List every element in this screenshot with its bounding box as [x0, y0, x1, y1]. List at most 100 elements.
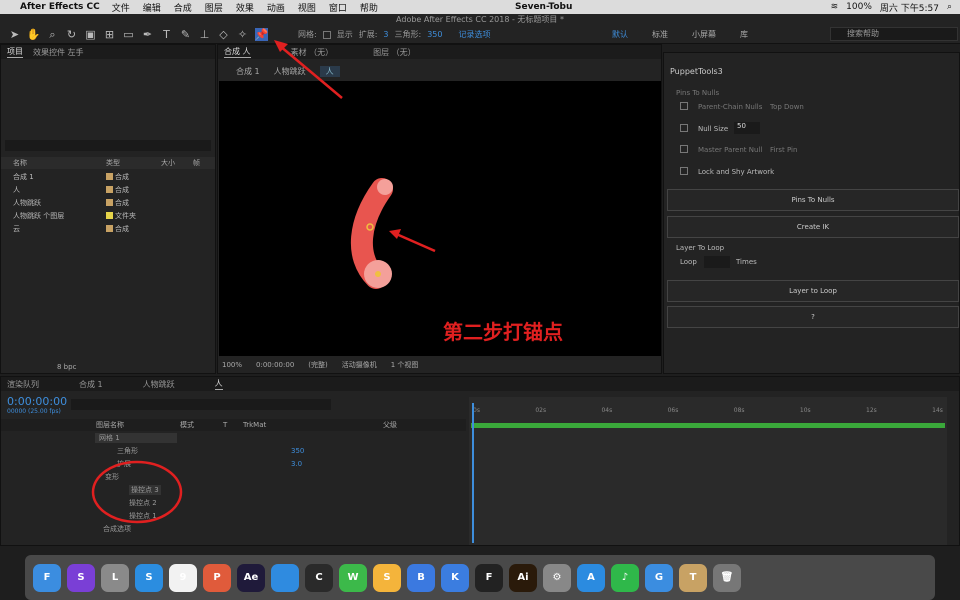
list-item[interactable]: 云合成 — [1, 222, 215, 235]
expand-value[interactable]: 3 — [383, 30, 388, 39]
tab-person[interactable]: 人 — [214, 378, 223, 390]
app-name[interactable]: After Effects CC — [20, 2, 100, 12]
crumb-comp1[interactable]: 合成 1 — [236, 66, 260, 77]
zoom-select[interactable]: 100% — [222, 361, 242, 369]
null-size-checkbox[interactable] — [680, 124, 688, 132]
playhead[interactable] — [472, 403, 474, 543]
zoom-tool-icon[interactable]: ⌕ — [46, 28, 59, 41]
table-row[interactable]: 三角形 350 — [1, 444, 466, 457]
list-item[interactable]: 合成 1 合成 — [1, 170, 215, 183]
stamp-tool-icon[interactable]: ⊥ — [198, 28, 211, 41]
timeline-area[interactable]: 0s 02s 04s 06s 08s 10s 12s 14s — [469, 397, 947, 545]
menu-file[interactable]: 文件 — [112, 1, 130, 14]
quality-select[interactable]: (完整) — [308, 360, 327, 370]
loop-input[interactable] — [704, 256, 730, 268]
roto-tool-icon[interactable]: ✧ — [236, 28, 249, 41]
pins-to-nulls-button[interactable]: Pins To Nulls — [667, 189, 959, 211]
tri-value[interactable]: 350 — [427, 30, 442, 39]
tab-comp1[interactable]: 合成 1 — [79, 379, 103, 390]
puppet-pin[interactable] — [375, 271, 381, 277]
safari-icon[interactable]: S — [135, 563, 163, 592]
siri-icon[interactable]: S — [67, 563, 95, 592]
type-tool-icon[interactable]: T — [160, 28, 173, 41]
col-fps[interactable]: 帧 — [193, 158, 200, 168]
list-item[interactable]: 人物跳跃 合成 — [1, 196, 215, 209]
menu-comp[interactable]: 合成 — [174, 1, 192, 14]
col-size[interactable]: 大小 — [161, 158, 193, 168]
menu-window[interactable]: 窗口 — [329, 1, 347, 14]
project-search-input[interactable] — [5, 140, 211, 151]
col-parent[interactable]: 父级 — [383, 420, 397, 430]
table-row[interactable]: 扩展 3.0 — [1, 457, 466, 470]
prefs-icon[interactable]: ⚙ — [543, 563, 571, 592]
trash-icon[interactable]: 🗑 — [713, 563, 741, 592]
table-row[interactable]: 变形 — [1, 470, 466, 483]
orbit-tool-icon[interactable]: ↻ — [65, 28, 78, 41]
eraser-tool-icon[interactable]: ◇ — [217, 28, 230, 41]
workspace-standard[interactable]: 标准 — [652, 29, 668, 40]
workspace-library[interactable]: 库 — [740, 29, 748, 40]
views-select[interactable]: 1 个视图 — [391, 360, 419, 370]
menu-help[interactable]: 帮助 — [360, 1, 378, 14]
battery-label[interactable]: 100% — [846, 2, 872, 12]
list-item[interactable]: 人物跳跃 个图层 文件夹 — [1, 209, 215, 222]
menu-anim[interactable]: 动画 — [267, 1, 285, 14]
hand-tool-icon[interactable]: ✋ — [27, 28, 41, 41]
camera-tool-icon[interactable]: ▣ — [84, 28, 97, 41]
tab-jump[interactable]: 人物跳跃 — [143, 379, 175, 390]
layer-to-loop-button[interactable]: Layer to Loop — [667, 280, 959, 302]
calendar-icon[interactable]: 9 — [169, 563, 197, 592]
sketch-icon[interactable]: S — [373, 563, 401, 592]
launchpad-icon[interactable]: L — [101, 563, 129, 592]
baidu-icon[interactable]: B — [407, 563, 435, 592]
menu-effect[interactable]: 效果 — [236, 1, 254, 14]
wechat-icon[interactable]: W — [339, 563, 367, 592]
clock-label[interactable]: 周六 下午5:57 — [880, 1, 939, 14]
table-row[interactable]: 合成选项 — [1, 522, 466, 535]
tab-comp[interactable]: 合成 人 — [224, 46, 251, 58]
c4d-icon[interactable]: C — [305, 563, 333, 592]
pan-tool-icon[interactable]: ⊞ — [103, 28, 116, 41]
help-button[interactable]: ? — [667, 306, 959, 328]
finder-icon[interactable]: F — [33, 563, 61, 592]
col-name[interactable]: 名称 — [1, 158, 106, 168]
tab-layer[interactable]: 图层 （无） — [373, 47, 416, 58]
tab-effect-controls[interactable]: 效果控件 左手 — [33, 47, 84, 58]
selection-tool-icon[interactable]: ➤ — [8, 28, 21, 41]
rect-tool-icon[interactable]: ▭ — [122, 28, 135, 41]
comp-viewer[interactable]: 第二步打锚点 — [219, 81, 661, 356]
master-parent-checkbox[interactable] — [680, 145, 688, 153]
photos-icon[interactable]: P — [203, 563, 231, 592]
list-item[interactable]: 人合成 — [1, 183, 215, 196]
work-area-bar[interactable] — [471, 423, 945, 428]
browser-icon[interactable]: G — [645, 563, 673, 592]
user-name[interactable]: Seven-Tobu — [515, 2, 572, 12]
music-icon[interactable]: ♪ — [611, 563, 639, 592]
col-trkmat[interactable]: TrkMat — [243, 421, 383, 429]
null-size-input[interactable]: 50 — [734, 122, 760, 134]
timeline-search-input[interactable] — [71, 399, 331, 410]
lock-shy-checkbox[interactable] — [680, 167, 688, 175]
appstore-icon[interactable]: A — [577, 563, 605, 592]
table-row[interactable]: 操控点 2 — [1, 496, 466, 509]
table-row[interactable]: 操控点 1 — [1, 509, 466, 522]
app-icon[interactable] — [271, 563, 299, 592]
keynote-icon[interactable]: K — [441, 563, 469, 592]
col-t[interactable]: T — [223, 421, 243, 429]
table-row[interactable]: 网格 1 — [1, 431, 466, 444]
col-type[interactable]: 类型 — [106, 158, 161, 168]
search-icon[interactable]: ⌕ — [947, 2, 952, 12]
bpc-label[interactable]: 8 bpc — [57, 363, 76, 371]
parent-chain-checkbox[interactable] — [680, 102, 688, 110]
viewer-time[interactable]: 0:00:00:00 — [256, 361, 294, 369]
pen-tool-icon[interactable]: ✒ — [141, 28, 154, 41]
help-search-input[interactable]: 搜索帮助 — [830, 27, 958, 41]
menu-view[interactable]: 视图 — [298, 1, 316, 14]
ae-icon[interactable]: Ae — [237, 563, 265, 592]
tab-render[interactable]: 渲染队列 — [7, 379, 39, 390]
finalcut-icon[interactable]: F — [475, 563, 503, 592]
col-layer-name[interactable]: 图层名称 — [96, 420, 180, 430]
camera-select[interactable]: 活动摄像机 — [342, 360, 377, 370]
workspace-default[interactable]: 默认 — [612, 29, 628, 40]
tab-project[interactable]: 项目 — [7, 46, 23, 58]
